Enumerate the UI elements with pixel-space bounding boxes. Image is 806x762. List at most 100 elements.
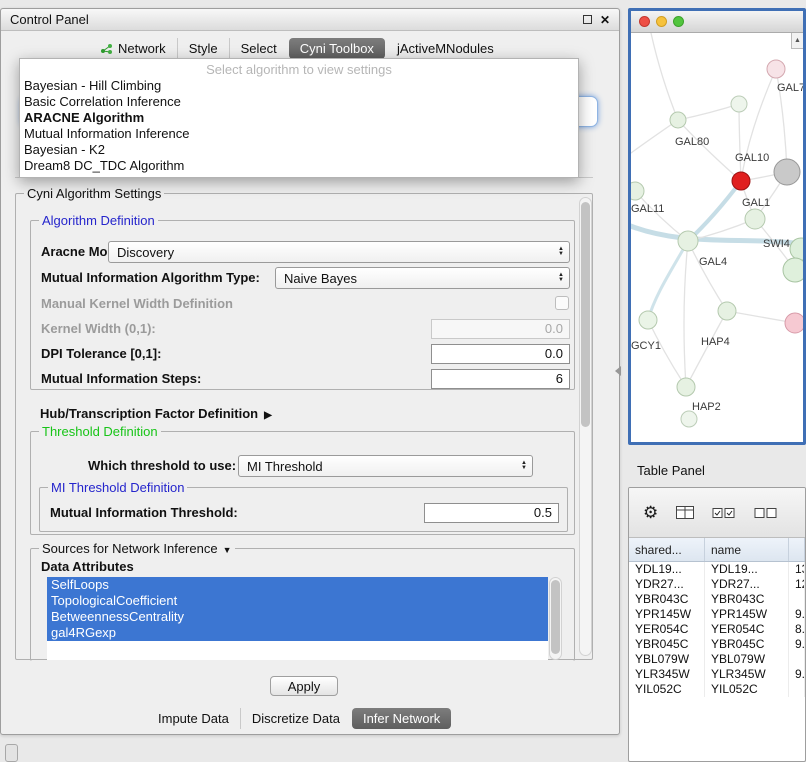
mi-steps-field[interactable]: 6 (431, 369, 570, 389)
table-cell[interactable]: YBR043C (705, 592, 789, 607)
columns-icon[interactable] (676, 506, 694, 519)
table-cell[interactable]: YPR145W (629, 607, 705, 622)
collapsed-tool-button[interactable] (5, 744, 18, 762)
close-icon[interactable]: ✕ (600, 14, 610, 26)
tab-jactivemnodules[interactable]: jActiveMNodules (386, 38, 505, 59)
network-node[interactable] (745, 209, 765, 229)
tab-select[interactable]: Select (229, 38, 288, 59)
table-row[interactable]: YBR045CYBR045C9. (629, 637, 805, 652)
apply-button[interactable]: Apply (270, 676, 338, 696)
table-cell[interactable]: YIL052C (629, 682, 705, 697)
settings-scrollbar[interactable] (579, 197, 592, 656)
table-cell[interactable]: 8. (789, 622, 805, 637)
table-cell[interactable]: YBR045C (705, 637, 789, 652)
attribute-item-selected[interactable]: TopologicalCoefficient (47, 593, 548, 609)
network-edge[interactable] (678, 104, 739, 120)
list-scrollbar-thumb[interactable] (551, 580, 560, 654)
network-node[interactable] (631, 182, 644, 200)
mi-algorithm-type-combobox[interactable]: Naive Bayes ▲▼ (275, 267, 570, 289)
network-node[interactable] (783, 258, 803, 282)
network-edge[interactable] (684, 241, 688, 387)
attribute-item-selected[interactable]: SelfLoops (47, 577, 548, 593)
dropdown-item[interactable]: Dream8 DC_TDC Algorithm (20, 158, 578, 174)
list-scrollbar[interactable] (549, 577, 562, 660)
table-cell[interactable]: 13 (789, 562, 805, 577)
table-cell[interactable]: YIL052C (705, 682, 789, 697)
table-row[interactable]: YBR043CYBR043C (629, 592, 805, 607)
table-cell[interactable]: YER054C (629, 622, 705, 637)
network-node[interactable] (639, 311, 657, 329)
network-edge[interactable] (631, 120, 678, 153)
column-header-name[interactable]: name (705, 538, 789, 561)
tab-style[interactable]: Style (177, 38, 229, 59)
panel-splitter-arrow[interactable] (615, 366, 621, 376)
deselect-all-checkboxes-icon[interactable] (754, 507, 778, 519)
network-edge[interactable] (678, 120, 741, 181)
network-edge[interactable] (741, 69, 776, 181)
table-cell[interactable]: YBR045C (629, 637, 705, 652)
dropdown-item[interactable]: Basic Correlation Inference (20, 94, 578, 110)
network-edge[interactable] (688, 181, 741, 241)
table-row[interactable]: YPR145WYPR145W9. (629, 607, 805, 622)
dropdown-item-selected[interactable]: ARACNE Algorithm (20, 110, 578, 126)
table-row[interactable]: YIL052CYIL052C (629, 682, 805, 697)
table-cell[interactable]: 9. (789, 607, 805, 622)
dropdown-item[interactable]: Bayesian - Hill Climbing (20, 78, 578, 94)
gear-icon[interactable]: ⚙ (643, 504, 658, 521)
table-cell[interactable]: YER054C (705, 622, 789, 637)
table-cell[interactable]: YDL19... (705, 562, 789, 577)
hub-section-header[interactable]: Hub/Transcription Factor Definition▶ (40, 406, 272, 421)
network-edge[interactable] (686, 311, 727, 387)
column-header-extra[interactable] (789, 538, 805, 561)
tab-discretize-data[interactable]: Discretize Data (240, 708, 351, 729)
zoom-traffic-light-icon[interactable] (673, 16, 684, 27)
table-row[interactable]: YDL19...YDL19...13 (629, 562, 805, 577)
table-cell[interactable]: YPR145W (705, 607, 789, 622)
tab-network[interactable]: Network (89, 38, 177, 59)
network-edge[interactable] (688, 241, 727, 311)
close-traffic-light-icon[interactable] (639, 16, 650, 27)
aracne-mode-combobox[interactable]: Discovery ▲▼ (108, 241, 570, 263)
network-node[interactable] (774, 159, 800, 185)
network-node[interactable] (678, 231, 698, 251)
network-node[interactable] (681, 411, 697, 427)
dpi-tolerance-field[interactable]: 0.0 (431, 344, 570, 364)
table-row[interactable]: YDR27...YDR27...12 (629, 577, 805, 592)
network-edge[interactable] (739, 104, 741, 181)
table-cell[interactable]: YBL079W (705, 652, 789, 667)
table-cell[interactable]: 9. (789, 637, 805, 652)
table-cell[interactable] (789, 682, 805, 697)
minimize-traffic-light-icon[interactable] (656, 16, 667, 27)
table-cell[interactable]: YLR345W (629, 667, 705, 682)
table-row[interactable]: YER054CYER054C8. (629, 622, 805, 637)
table-cell[interactable]: YLR345W (705, 667, 789, 682)
network-node[interactable] (677, 378, 695, 396)
network-edge[interactable] (651, 33, 678, 120)
sources-header[interactable]: Sources for Network Inference▼ (39, 541, 235, 556)
attribute-item-selected[interactable]: BetweennessCentrality (47, 609, 548, 625)
network-node[interactable] (718, 302, 736, 320)
settings-scrollbar-thumb[interactable] (581, 202, 590, 427)
table-cell[interactable]: YBL079W (629, 652, 705, 667)
table-cell[interactable]: YDR27... (629, 577, 705, 592)
table-cell[interactable]: YDL19... (629, 562, 705, 577)
tab-impute-data[interactable]: Impute Data (147, 708, 240, 729)
dropdown-item[interactable]: Bayesian - K2 (20, 142, 578, 158)
network-edge[interactable] (648, 320, 686, 387)
table-cell[interactable]: 9. (789, 667, 805, 682)
table-cell[interactable] (789, 652, 805, 667)
attribute-item-selected[interactable]: gal4RGexp (47, 625, 548, 641)
select-all-checkboxes-icon[interactable] (712, 507, 736, 519)
network-node[interactable] (731, 96, 747, 112)
mi-threshold-field[interactable]: 0.5 (424, 503, 559, 523)
table-cell[interactable] (789, 592, 805, 607)
float-window-icon[interactable] (583, 15, 592, 24)
tab-infer-network[interactable]: Infer Network (352, 708, 451, 729)
table-cell[interactable]: YDR27... (705, 577, 789, 592)
network-node[interactable] (732, 172, 750, 190)
dropdown-item[interactable]: Mutual Information Inference (20, 126, 578, 142)
network-canvas[interactable]: GAL7GAL80GAL10GAL11GAL1SWI4GAL4GCY1HAP4H… (631, 33, 803, 442)
canvas-scrollbar-stub[interactable]: ▲ (791, 33, 803, 49)
tab-cyni-toolbox[interactable]: Cyni Toolbox (289, 38, 385, 59)
network-node[interactable] (767, 60, 785, 78)
